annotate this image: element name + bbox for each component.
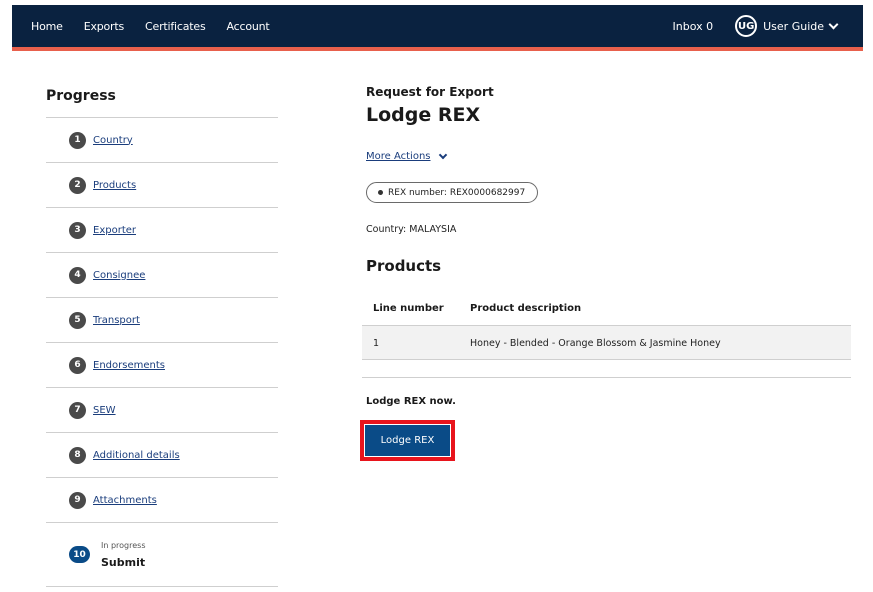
progress-title: Progress — [46, 88, 116, 104]
step-link-additional-details[interactable]: Additional details — [93, 450, 180, 461]
nav-certificates-link[interactable]: Certificates — [145, 20, 206, 33]
cell-product-description: Honey - Blended - Orange Blossom & Jasmi… — [470, 338, 721, 349]
column-header-line-number: Line number — [373, 303, 444, 314]
page-title: Lodge REX — [366, 104, 481, 126]
nav-accent-stripe — [12, 47, 863, 51]
step-number-badge: 7 — [69, 401, 86, 419]
progress-step-transport: 5 Transport — [46, 298, 278, 343]
step-link-transport[interactable]: Transport — [93, 315, 140, 326]
section-divider — [362, 377, 851, 378]
step-link-exporter[interactable]: Exporter — [93, 225, 136, 236]
user-nav: Inbox 0 UG User Guide — [673, 5, 839, 47]
step-number-badge: 1 — [69, 131, 86, 149]
step-number-badge: 5 — [69, 311, 86, 329]
nav-home-link[interactable]: Home — [31, 20, 63, 33]
progress-step-additional-details: 8 Additional details — [46, 433, 278, 478]
step-number-badge: 4 — [69, 266, 86, 284]
page-kicker: Request for Export — [366, 85, 494, 99]
step-number-badge: 9 — [69, 491, 86, 509]
bullet-icon — [378, 190, 383, 195]
progress-step-endorsements: 6 Endorsements — [46, 343, 278, 388]
progress-step-submit: 10 In progress Submit — [46, 523, 278, 587]
progress-step-attachments: 9 Attachments — [46, 478, 278, 523]
primary-nav: Home Exports Certificates Account — [31, 5, 291, 47]
cell-line-number: 1 — [373, 338, 380, 349]
lodge-button-highlight: Lodge REX — [360, 420, 455, 461]
progress-step-country: 1 Country — [46, 118, 278, 163]
progress-step-sew: 7 SEW — [46, 388, 278, 433]
current-step-text: In progress Submit — [101, 541, 146, 569]
step-link-consignee[interactable]: Consignee — [93, 270, 145, 281]
country-text: Country: MALAYSIA — [366, 224, 457, 235]
step-link-attachments[interactable]: Attachments — [93, 495, 157, 506]
top-nav-bar: Home Exports Certificates Account Inbox … — [12, 5, 863, 47]
products-table-header: Line number Product description — [362, 296, 851, 325]
step-number-badge: 8 — [69, 446, 86, 464]
current-step-label: Submit — [101, 555, 146, 569]
user-menu-button[interactable]: User Guide — [763, 20, 824, 33]
column-header-product-description: Product description — [470, 303, 582, 314]
step-link-endorsements[interactable]: Endorsements — [93, 360, 165, 371]
chevron-down-icon[interactable] — [438, 150, 447, 159]
nav-account-link[interactable]: Account — [227, 20, 270, 33]
more-actions-label[interactable]: More Actions — [366, 151, 431, 162]
step-link-country[interactable]: Country — [93, 135, 133, 146]
avatar[interactable]: UG — [735, 15, 758, 37]
step-status: In progress — [101, 540, 146, 550]
rex-number-badge: REX number: REX0000682997 — [366, 182, 539, 203]
rex-number-text: REX number: REX0000682997 — [388, 187, 526, 198]
step-link-products[interactable]: Products — [93, 180, 136, 191]
more-actions-button[interactable]: More Actions — [366, 150, 447, 162]
step-number-badge: 3 — [69, 221, 86, 239]
step-link-sew[interactable]: SEW — [93, 405, 116, 416]
table-row: 1 Honey - Blended - Orange Blossom & Jas… — [362, 325, 851, 360]
step-number-badge: 2 — [69, 176, 86, 194]
nav-exports-link[interactable]: Exports — [84, 20, 125, 33]
current-step-badge: 10 — [69, 546, 90, 563]
progress-step-exporter: 3 Exporter — [46, 208, 278, 253]
products-heading: Products — [366, 257, 442, 275]
progress-steps: 1 Country 2 Products 3 Exporter 4 Consig… — [46, 117, 278, 587]
progress-step-consignee: 4 Consignee — [46, 253, 278, 298]
chevron-down-icon[interactable] — [828, 19, 839, 29]
lodge-rex-button[interactable]: Lodge REX — [364, 424, 451, 457]
step-number-badge: 6 — [69, 356, 86, 374]
progress-step-products: 2 Products — [46, 163, 278, 208]
lodge-prompt: Lodge REX now. — [366, 396, 456, 407]
inbox-link[interactable]: Inbox 0 — [673, 20, 714, 33]
